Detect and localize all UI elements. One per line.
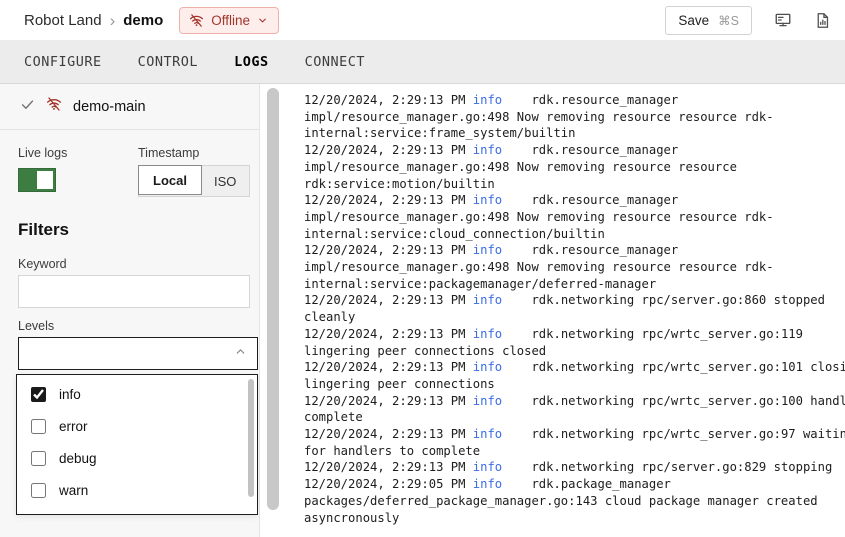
live-logs-toggle[interactable]	[18, 168, 56, 192]
tab-configure[interactable]: CONFIGURE	[24, 54, 102, 70]
log-timestamp: 12/20/2024, 2:29:13 PM	[304, 143, 473, 157]
timestamp-segmented-control: Local ISO	[138, 165, 250, 197]
filters-title: Filters	[18, 220, 69, 240]
log-level[interactable]: info	[473, 327, 502, 341]
part-name: demo-main	[73, 99, 146, 115]
dropdown-scrollbar-thumb[interactable]	[248, 379, 254, 497]
save-button[interactable]: Save ⌘S	[665, 6, 752, 35]
tab-control[interactable]: CONTROL	[138, 54, 198, 70]
logs-sidebar: demo-main Live logs Timestamp Local ISO …	[0, 84, 260, 537]
tab-connect[interactable]: CONNECT	[305, 54, 365, 70]
level-option-error[interactable]: error	[17, 410, 257, 442]
log-entry: 12/20/2024, 2:29:13 PM info rdk.networki…	[304, 393, 845, 426]
log-level[interactable]: info	[473, 360, 502, 374]
log-level[interactable]: info	[473, 394, 502, 408]
log-timestamp: 12/20/2024, 2:29:13 PM	[304, 360, 473, 374]
level-option-info[interactable]: info	[17, 378, 257, 410]
level-checkbox-warn[interactable]	[31, 483, 46, 498]
log-timestamp: 12/20/2024, 2:29:13 PM	[304, 293, 473, 307]
log-scrollbar-track[interactable]	[260, 84, 282, 537]
breadcrumb-org[interactable]: Robot Land	[24, 12, 102, 29]
timestamp-option-local[interactable]: Local	[138, 165, 202, 195]
levels-label: Levels	[18, 319, 54, 333]
log-entry: 12/20/2024, 2:29:13 PM info rdk.networki…	[304, 426, 845, 459]
save-shortcut: ⌘S	[718, 13, 739, 28]
level-checkbox-debug[interactable]	[31, 451, 46, 466]
log-level[interactable]: info	[473, 193, 502, 207]
keyword-input[interactable]	[18, 275, 250, 308]
log-level[interactable]: info	[473, 460, 502, 474]
log-timestamp: 12/20/2024, 2:29:13 PM	[304, 394, 473, 408]
log-entry: 12/20/2024, 2:29:13 PM info rdk.networki…	[304, 326, 845, 359]
log-entry: 12/20/2024, 2:29:13 PM info rdk.resource…	[304, 142, 845, 192]
level-option-label: warn	[59, 483, 88, 498]
log-timestamp: 12/20/2024, 2:29:13 PM	[304, 427, 473, 441]
monitor-icon[interactable]	[774, 11, 792, 29]
wifi-off-icon	[189, 13, 204, 28]
chevron-down-icon	[257, 15, 268, 26]
level-checkbox-info[interactable]	[31, 387, 46, 402]
log-entry: 12/20/2024, 2:29:13 PM info rdk.networki…	[304, 459, 845, 476]
status-badge-label: Offline	[211, 13, 250, 28]
tab-logs[interactable]: LOGS	[234, 54, 269, 70]
save-button-label: Save	[678, 13, 709, 28]
machine-status-badge[interactable]: Offline	[179, 7, 279, 34]
log-timestamp: 12/20/2024, 2:29:05 PM	[304, 477, 473, 491]
log-panel: 12/20/2024, 2:29:13 PM info rdk.resource…	[282, 84, 845, 537]
tab-bar: CONFIGURE CONTROL LOGS CONNECT	[0, 40, 845, 84]
app-header: Robot Land › demo Offline Save ⌘S	[0, 0, 845, 40]
log-level[interactable]: info	[473, 93, 502, 107]
log-timestamp: 12/20/2024, 2:29:13 PM	[304, 327, 473, 341]
log-entry: 12/20/2024, 2:29:13 PM info rdk.resource…	[304, 242, 845, 292]
log-timestamp: 12/20/2024, 2:29:13 PM	[304, 460, 473, 474]
log-level[interactable]: info	[473, 477, 502, 491]
chevron-up-icon	[234, 345, 247, 363]
wifi-off-icon	[46, 96, 62, 117]
log-message: rdk.networking rpc/server.go:829 stoppin…	[502, 460, 832, 474]
log-entry: 12/20/2024, 2:29:13 PM info rdk.networki…	[304, 359, 845, 392]
toggle-knob	[37, 171, 53, 189]
breadcrumb-separator: ›	[110, 12, 116, 29]
level-option-warn[interactable]: warn	[17, 474, 257, 506]
log-timestamp: 12/20/2024, 2:29:13 PM	[304, 243, 473, 257]
log-level[interactable]: info	[473, 143, 502, 157]
file-chart-icon[interactable]	[814, 12, 831, 29]
log-entry: 12/20/2024, 2:29:13 PM info rdk.resource…	[304, 92, 845, 142]
breadcrumb-machine[interactable]: demo	[123, 12, 163, 29]
level-option-debug[interactable]: debug	[17, 442, 257, 474]
part-selector-demo-main[interactable]: demo-main	[0, 84, 260, 130]
keyword-label: Keyword	[18, 257, 67, 271]
log-level[interactable]: info	[473, 427, 502, 441]
log-timestamp: 12/20/2024, 2:29:13 PM	[304, 193, 473, 207]
log-scrollbar-thumb[interactable]	[267, 88, 279, 510]
live-logs-label: Live logs	[18, 146, 67, 160]
timestamp-label: Timestamp	[138, 146, 199, 160]
level-option-label: error	[59, 419, 88, 434]
log-level[interactable]: info	[473, 293, 502, 307]
log-entry: 12/20/2024, 2:29:05 PM info rdk.package_…	[304, 476, 845, 526]
level-checkbox-error[interactable]	[31, 419, 46, 434]
log-timestamp: 12/20/2024, 2:29:13 PM	[304, 93, 473, 107]
log-entry: 12/20/2024, 2:29:13 PM info rdk.resource…	[304, 192, 845, 242]
timestamp-option-iso[interactable]: ISO	[201, 166, 249, 196]
breadcrumb: Robot Land › demo	[24, 12, 163, 29]
log-level[interactable]: info	[473, 243, 502, 257]
levels-dropdown: info error debug warn	[16, 374, 258, 515]
log-list: 12/20/2024, 2:29:13 PM info rdk.resource…	[282, 84, 845, 526]
level-option-label: debug	[59, 451, 97, 466]
levels-select[interactable]	[18, 337, 258, 370]
level-option-label: info	[59, 387, 81, 402]
check-icon	[20, 97, 35, 117]
log-entry: 12/20/2024, 2:29:13 PM info rdk.networki…	[304, 292, 845, 325]
